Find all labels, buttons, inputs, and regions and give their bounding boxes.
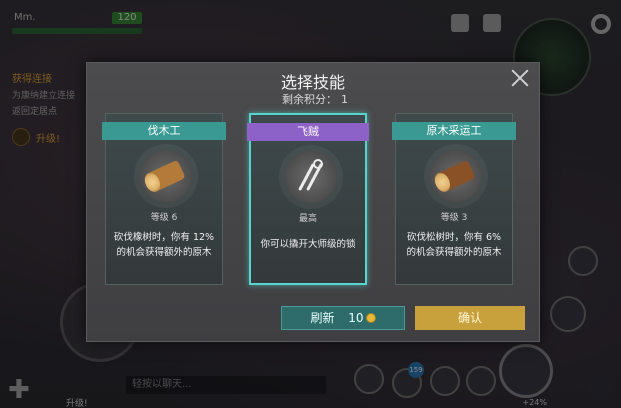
refresh-cost: 10 xyxy=(348,311,364,325)
skill-select-modal: 选择技能 剩余积分： 1 伐木工 等级 6 砍伐橡树时，你有 12% 的机会获得额… xyxy=(86,62,540,342)
log-icon xyxy=(430,150,482,202)
log-icon xyxy=(140,150,192,202)
modal-title: 选择技能 xyxy=(280,73,345,92)
remaining-points-value: 1 xyxy=(341,93,348,106)
skill-name: 伐木工 xyxy=(102,122,226,140)
skill-description: 砍伐松树时，你有 6% 的机会获得额外的原木 xyxy=(406,232,502,258)
confirm-button[interactable]: 确认 xyxy=(415,306,525,330)
skill-level: 等级 3 xyxy=(440,213,468,223)
coin-icon xyxy=(365,313,376,323)
skill-description: 砍伐橡树时，你有 12% 的机会获得额外的原木 xyxy=(113,232,215,258)
skill-cards: 伐木工 等级 6 砍伐橡树时，你有 12% 的机会获得额外的原木 飞贼 最高 你… xyxy=(102,113,519,285)
skill-card-lumberjack[interactable]: 伐木工 等级 6 砍伐橡树时，你有 12% 的机会获得额外的原木 xyxy=(102,113,226,285)
skill-name: 原木采运工 xyxy=(392,122,516,140)
refresh-label: 刷新 xyxy=(310,311,335,325)
refresh-button[interactable]: 刷新 10 xyxy=(281,306,405,330)
close-icon[interactable] xyxy=(509,67,531,89)
skill-name: 飞贼 xyxy=(247,123,369,141)
skill-card-log-hauler[interactable]: 原木采运工 等级 3 砍伐松树时，你有 6% 的机会获得额外的原木 xyxy=(392,113,516,285)
remaining-points-label: 剩余积分： xyxy=(282,93,337,106)
skill-level: 最高 xyxy=(298,214,317,224)
remaining-points: 剩余积分： 1 xyxy=(87,91,539,107)
lockpick-icon xyxy=(285,151,337,203)
skill-card-burglar[interactable]: 飞贼 最高 你可以撬开大师级的锁 xyxy=(247,113,369,285)
skill-description: 你可以撬开大师级的锁 xyxy=(260,239,356,250)
skill-level: 等级 6 xyxy=(150,213,178,223)
